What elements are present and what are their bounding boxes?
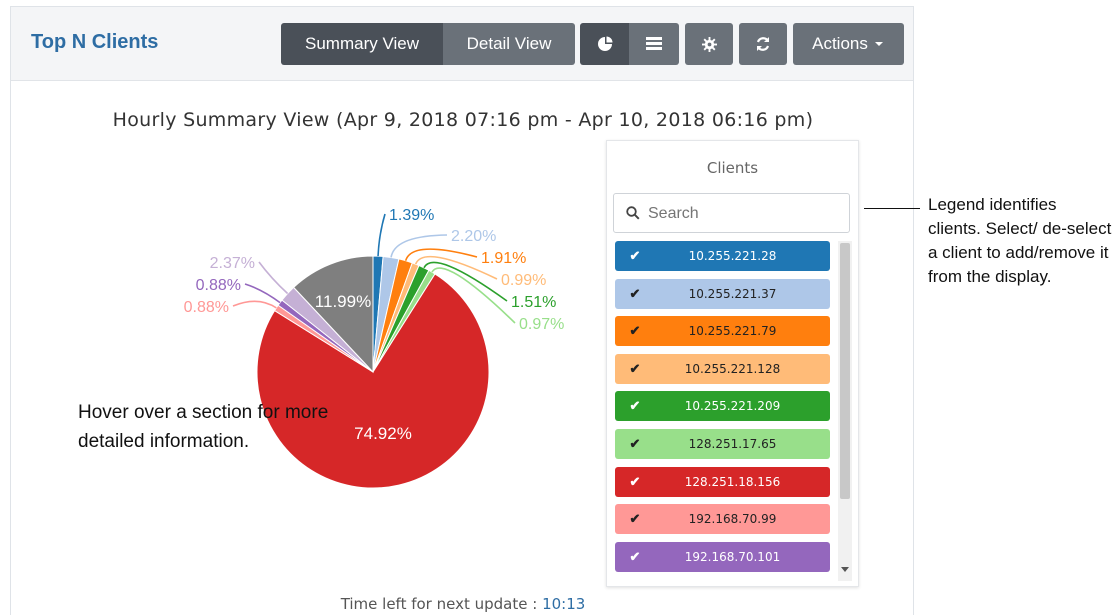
pie-data-label: 2.37% [210, 255, 255, 272]
legend-item[interactable]: ✔ 128.251.18.156 [615, 466, 830, 497]
check-icon: ✔ [629, 436, 641, 451]
update-label: Time left for next update : [340, 595, 538, 613]
scrollbar-thumb[interactable] [840, 243, 850, 499]
pie-label-leader [258, 261, 289, 295]
pie-data-label: 2.20% [451, 228, 496, 245]
check-icon: ✔ [629, 473, 641, 489]
pie-label-leader [377, 213, 386, 257]
legend-item[interactable]: ✔ 10.255.221.37 [615, 278, 830, 309]
legend-item[interactable]: ✔ 10.255.221.128 [615, 353, 830, 384]
pie-data-label: 0.97% [519, 316, 564, 333]
legend-item-label: 192.168.70.101 [684, 549, 781, 564]
pie-data-label: 0.99% [501, 272, 546, 289]
legend-item-label: 10.255.221.209 [684, 399, 781, 414]
legend-item-label: 10.255.221.28 [688, 249, 777, 263]
legend-list: ✔ 10.255.221.28 ✔ 10.255.221.37 ✔ 10.255.221.… [615, 241, 830, 581]
clients-legend: Clients ✔ 10.255.221.28 ✔ 10.255.221.37 ✔ 10.… [606, 140, 859, 587]
pie-data-label: 11.99% [315, 292, 371, 311]
legend-item[interactable]: ✔ 128.251.17.65 [615, 429, 830, 459]
legend-item-label: 10.255.221.79 [688, 324, 777, 339]
legend-item-label: 10.255.221.128 [684, 361, 781, 376]
pie-label-leader [390, 234, 448, 258]
legend-item[interactable]: ✔ 192.168.70.101 [615, 541, 830, 572]
legend-item-label: 192.168.70.99 [688, 512, 777, 527]
annotation-pointer-line [864, 208, 920, 209]
pie-data-label: 0.88% [196, 277, 241, 294]
check-icon: ✔ [629, 511, 641, 527]
pie-data-label: 74.92% [354, 424, 412, 443]
legend-item[interactable]: ✔ 10.255.221.79 [615, 316, 830, 347]
legend-search-box [613, 193, 850, 233]
pie-data-label: 0.88% [184, 299, 229, 316]
pie-label-leader [232, 300, 277, 309]
legend-item-label: 128.251.17.65 [688, 437, 777, 451]
legend-search-input[interactable] [648, 202, 838, 226]
update-timer: 10:13 [542, 595, 586, 613]
check-icon: ✔ [629, 323, 641, 339]
legend-item[interactable]: ✔ 192.168.70.99 [615, 504, 830, 535]
top-n-clients-panel: Top N Clients Summary View Detail View A… [10, 6, 914, 615]
legend-annotation: Legend identifies clients. Select/ de-se… [928, 195, 1112, 286]
update-footer: Time left for next update : 10:13 [11, 595, 915, 613]
legend-item[interactable]: ✔ 10.255.221.28 [615, 241, 830, 271]
legend-item[interactable]: ✔ 10.255.221.209 [615, 391, 830, 422]
check-icon: ✔ [629, 248, 641, 263]
stage: Top N Clients Summary View Detail View A… [0, 0, 1114, 615]
legend-item-label: 10.255.221.37 [688, 286, 777, 301]
legend-title: Clients [706, 159, 759, 177]
pie-data-label: 1.51% [511, 294, 556, 311]
pie-data-label: 1.91% [481, 250, 526, 267]
legend-scrollbar[interactable] [838, 241, 852, 581]
search-icon [626, 206, 640, 220]
check-icon: ✔ [629, 285, 641, 301]
check-icon: ✔ [629, 360, 641, 376]
pie-label-leader [404, 248, 478, 262]
check-icon: ✔ [629, 398, 641, 414]
scroll-down-arrow-icon[interactable] [841, 567, 849, 572]
pie-data-label: 1.39% [389, 207, 434, 224]
legend-item-label: 128.251.18.156 [684, 474, 781, 489]
hover-annotation: Hover over a section for more detailed i… [78, 402, 329, 452]
check-icon: ✔ [629, 548, 641, 564]
pie-label-leader [244, 283, 281, 304]
